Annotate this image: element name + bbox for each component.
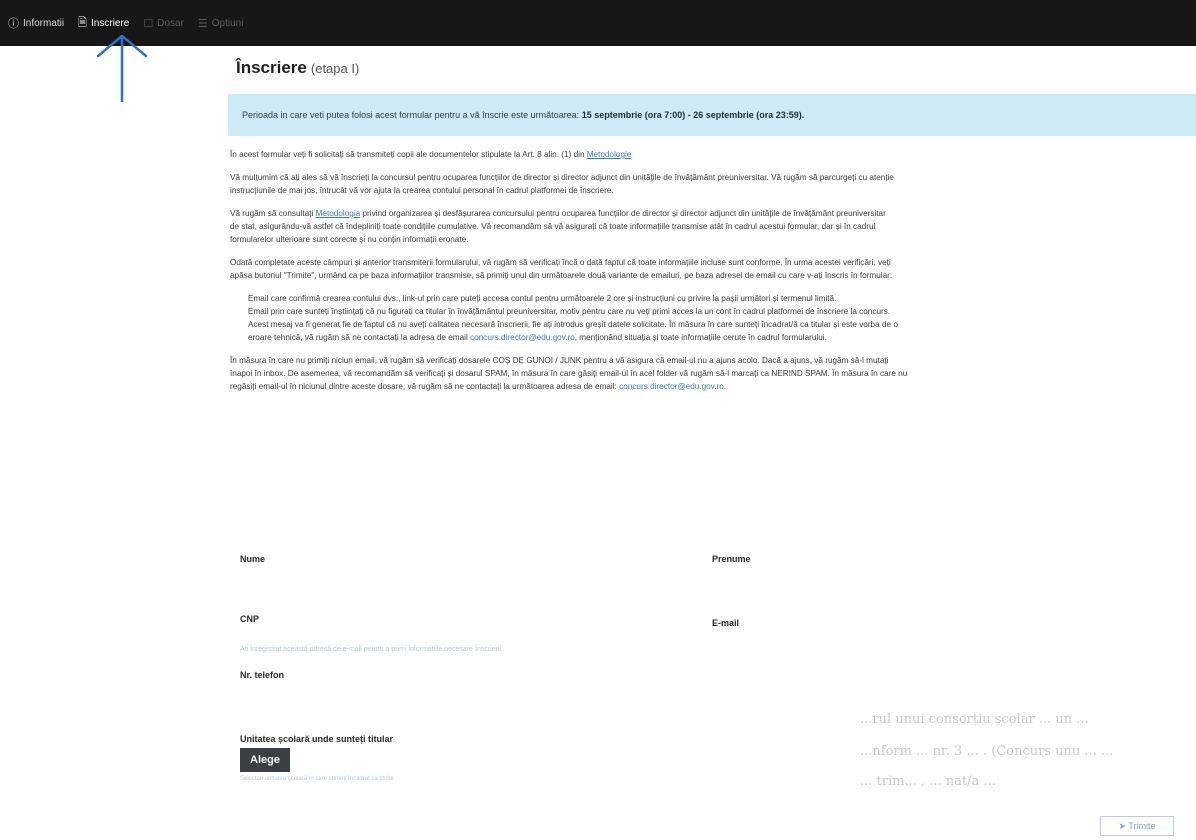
paragraph-5: În măsura în care nu primiți niciun emai…: [230, 354, 1196, 393]
cnp-label: CNP: [240, 614, 260, 624]
contact-email-link[interactable]: concurs.director@edu.gov.ro.: [619, 382, 726, 391]
email-hint: Ati înregistrat această adresă de e-mail…: [240, 646, 504, 653]
metodologia-link[interactable]: Metodologia: [316, 209, 361, 218]
list-item-continuation: Acest mesaj va fi generat fie de faptul …: [230, 318, 1196, 344]
list-item: Email prin care sunteți înștiințați că n…: [244, 305, 1196, 318]
paragraph-text: Odată completate aceste câmpuri și anter…: [230, 258, 891, 267]
prenume-label: Prenume: [712, 554, 751, 564]
page-title: Înscriere (etapa I): [236, 58, 1196, 78]
nav-item-informatii[interactable]: ⓘ Informatii: [8, 15, 64, 31]
contact-email-link[interactable]: concurs.director@edu.gov.ro: [470, 333, 575, 342]
email-label: E-mail: [712, 618, 740, 628]
list-item-text: Email prin care sunteți înștiințați că n…: [248, 307, 891, 316]
paragraph-text: înapoi în inbox. De asemenea, vă recoman…: [230, 369, 908, 378]
list-icon: ☰: [197, 17, 208, 30]
folder-icon: ☐: [143, 17, 154, 30]
telefon-label: Nr. telefon: [240, 670, 285, 680]
metodologie-link[interactable]: Metodologie: [587, 150, 632, 159]
info-icon: ⓘ: [8, 18, 19, 30]
bleed-through-text: ... trim... , ... nat/a ...: [860, 774, 996, 789]
annotation-arrow-icon: [96, 34, 148, 102]
unitate-label: Unitatea școlară unde sunteți titular: [240, 734, 394, 744]
page-subtitle: (etapa I): [310, 61, 360, 76]
nav-item-dosar[interactable]: ☐ Dosar: [143, 17, 184, 30]
unitate-hint: Selectați unitatea școlară în care sunte…: [240, 776, 395, 782]
nume-label: Nume: [240, 554, 266, 564]
paragraph-text: apăsa butonul "Trimite", urmând ca pe ba…: [230, 271, 893, 280]
paragraph-text: formularelor ulterioare sunt corecte și …: [230, 235, 469, 244]
list-item: Email care confirmă crearea contului dvs…: [244, 292, 1196, 305]
page-title-text: Înscriere: [236, 58, 307, 77]
period-banner: Perioada in care veti putea folosi acest…: [228, 94, 1196, 136]
nav-item-optiuni[interactable]: ☰ Optiuni: [198, 17, 244, 30]
list-item-text: Acest mesaj va fi generat fie de faptul …: [248, 320, 898, 329]
paragraph-text: de stat, asigurându-vă astfel că îndepli…: [230, 222, 876, 231]
alege-button[interactable]: Alege: [240, 748, 290, 772]
bleed-through-text: ...nform ... nr. 3 ... . (Concurs unu ..…: [860, 744, 1114, 759]
paragraph-4: Odată completate aceste câmpuri și anter…: [230, 256, 1196, 282]
paragraph-text: Vă rugăm să consultați: [230, 209, 314, 218]
nav-item-label: Inscriere: [90, 17, 130, 29]
paragraph-3: Vă rugăm să consultați Metodologia privi…: [230, 207, 1196, 246]
nav-item-label: Optiuni: [211, 17, 244, 29]
paragraph-2: Vă mulțumim că ați ales să vă înscrieți …: [230, 171, 1196, 197]
paragraph-text: regăsiți email-ul în niciunul dintre ace…: [230, 382, 617, 391]
trimite-button[interactable]: ➤ Trimite: [1100, 816, 1174, 836]
instructions-text: În acest formular veți fi solicitați să …: [228, 148, 1196, 393]
email-options-list: Email care confirmă crearea contului dvs…: [244, 292, 1196, 318]
nav-item-label: Dosar: [157, 17, 184, 29]
paragraph-text: În măsura în care nu primiți niciun emai…: [230, 356, 889, 365]
paragraph-text: Vă mulțumim că ați ales să vă înscrieți …: [230, 173, 894, 182]
top-nav-bar: ⓘ Informatii 🗎 Inscriere ☐ Dosar ☰ Optiu…: [0, 0, 1196, 46]
nav-item-label: Informatii: [23, 17, 65, 29]
banner-text: Perioada in care veti putea folosi acest…: [242, 110, 580, 120]
list-item-text: eroare tehnică, vă rugăm să ne contactaț…: [248, 333, 468, 342]
list-item-text: , menționând situația și toate informați…: [574, 333, 827, 342]
banner-period: 15 septembrie (ora 7:00) - 26 septembrie…: [581, 110, 805, 120]
paragraph-text: privind organizarea și desfășurarea conc…: [362, 209, 886, 218]
paragraph-1: În acest formular veți fi solicitați să …: [230, 148, 1196, 161]
paragraph-text: În acest formular veți fi solicitați să …: [230, 150, 585, 159]
bleed-through-text: ...rul unui consorțiu școlar ... un ...: [860, 712, 1089, 727]
main-content: Înscriere (etapa I) Perioada in care veti…: [228, 58, 1196, 403]
paragraph-text: instrucțiunile de mai jos, întrucât vă v…: [230, 186, 614, 195]
document-icon: 🗎: [78, 16, 87, 29]
